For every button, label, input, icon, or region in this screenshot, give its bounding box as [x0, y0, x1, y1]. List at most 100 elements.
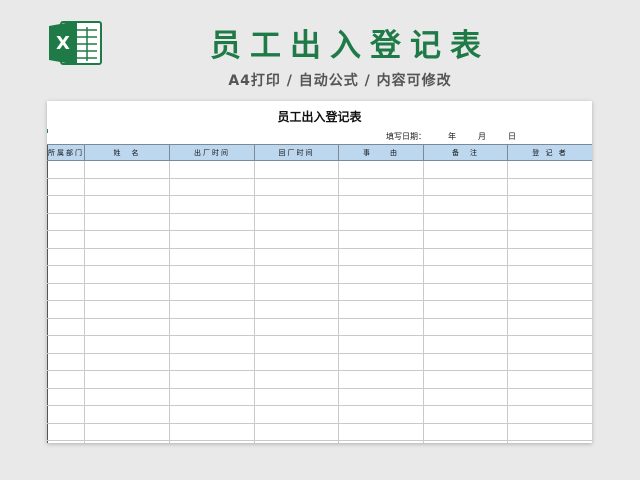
table-cell[interactable] [254, 387, 339, 406]
table-cell[interactable] [338, 177, 424, 196]
table-cell[interactable] [338, 212, 424, 231]
table-cell[interactable] [338, 265, 424, 284]
table-cell[interactable] [507, 335, 592, 354]
table-cell[interactable] [169, 440, 255, 443]
table-cell[interactable] [47, 370, 85, 389]
table-cell[interactable] [338, 440, 424, 443]
table-cell[interactable] [423, 177, 508, 196]
table-cell[interactable] [254, 160, 339, 179]
table-cell[interactable] [423, 422, 508, 441]
table-cell[interactable] [47, 195, 85, 214]
table-cell[interactable] [507, 230, 592, 249]
table-cell[interactable] [84, 440, 170, 443]
table-cell[interactable] [254, 440, 339, 443]
table-cell[interactable] [254, 265, 339, 284]
table-cell[interactable] [169, 160, 255, 179]
table-cell[interactable] [169, 317, 255, 336]
table-cell[interactable] [47, 160, 85, 179]
table-cell[interactable] [84, 352, 170, 371]
table-cell[interactable] [47, 387, 85, 406]
table-cell[interactable] [47, 440, 85, 443]
table-cell[interactable] [84, 370, 170, 389]
table-cell[interactable] [423, 300, 508, 319]
table-cell[interactable] [47, 282, 85, 301]
table-cell[interactable] [423, 230, 508, 249]
table-cell[interactable] [254, 247, 339, 266]
table-cell[interactable] [507, 422, 592, 441]
table-cell[interactable] [507, 300, 592, 319]
table-cell[interactable] [338, 370, 424, 389]
table-cell[interactable] [47, 230, 85, 249]
table-cell[interactable] [423, 387, 508, 406]
table-cell[interactable] [169, 195, 255, 214]
table-cell[interactable] [338, 352, 424, 371]
table-cell[interactable] [84, 247, 170, 266]
table-cell[interactable] [423, 405, 508, 424]
table-cell[interactable] [254, 335, 339, 354]
table-cell[interactable] [84, 405, 170, 424]
table-cell[interactable] [84, 212, 170, 231]
table-cell[interactable] [423, 317, 508, 336]
table-cell[interactable] [507, 440, 592, 443]
table-cell[interactable] [84, 177, 170, 196]
table-cell[interactable] [254, 282, 339, 301]
table-cell[interactable] [47, 177, 85, 196]
table-cell[interactable] [254, 405, 339, 424]
table-cell[interactable] [338, 247, 424, 266]
table-cell[interactable] [169, 177, 255, 196]
table-cell[interactable] [47, 405, 85, 424]
table-cell[interactable] [169, 282, 255, 301]
table-cell[interactable] [169, 335, 255, 354]
table-cell[interactable] [169, 422, 255, 441]
table-cell[interactable] [84, 387, 170, 406]
table-cell[interactable] [254, 177, 339, 196]
table-cell[interactable] [507, 282, 592, 301]
table-cell[interactable] [338, 405, 424, 424]
table-cell[interactable] [169, 387, 255, 406]
table-cell[interactable] [169, 212, 255, 231]
table-cell[interactable] [423, 335, 508, 354]
table-cell[interactable] [507, 177, 592, 196]
table-cell[interactable] [507, 317, 592, 336]
table-cell[interactable] [338, 317, 424, 336]
table-cell[interactable] [423, 212, 508, 231]
table-cell[interactable] [507, 247, 592, 266]
table-cell[interactable] [47, 212, 85, 231]
table-cell[interactable] [84, 195, 170, 214]
table-cell[interactable] [254, 195, 339, 214]
table-cell[interactable] [254, 370, 339, 389]
table-cell[interactable] [338, 335, 424, 354]
table-cell[interactable] [423, 440, 508, 443]
table-cell[interactable] [254, 352, 339, 371]
table-cell[interactable] [423, 195, 508, 214]
table-cell[interactable] [84, 265, 170, 284]
table-cell[interactable] [47, 265, 85, 284]
table-cell[interactable] [47, 335, 85, 354]
table-cell[interactable] [84, 282, 170, 301]
table-cell[interactable] [507, 387, 592, 406]
table-cell[interactable] [84, 335, 170, 354]
table-cell[interactable] [507, 265, 592, 284]
table-cell[interactable] [47, 247, 85, 266]
table-cell[interactable] [84, 230, 170, 249]
table-cell[interactable] [254, 300, 339, 319]
table-cell[interactable] [47, 317, 85, 336]
table-cell[interactable] [47, 422, 85, 441]
table-cell[interactable] [169, 300, 255, 319]
table-cell[interactable] [423, 370, 508, 389]
table-cell[interactable] [507, 405, 592, 424]
table-cell[interactable] [423, 265, 508, 284]
table-cell[interactable] [338, 160, 424, 179]
table-cell[interactable] [338, 387, 424, 406]
table-cell[interactable] [169, 230, 255, 249]
table-cell[interactable] [423, 282, 508, 301]
table-cell[interactable] [169, 265, 255, 284]
table-cell[interactable] [423, 247, 508, 266]
table-cell[interactable] [169, 405, 255, 424]
table-cell[interactable] [84, 160, 170, 179]
table-cell[interactable] [47, 352, 85, 371]
table-cell[interactable] [338, 300, 424, 319]
table-cell[interactable] [507, 212, 592, 231]
table-cell[interactable] [507, 160, 592, 179]
table-cell[interactable] [169, 352, 255, 371]
